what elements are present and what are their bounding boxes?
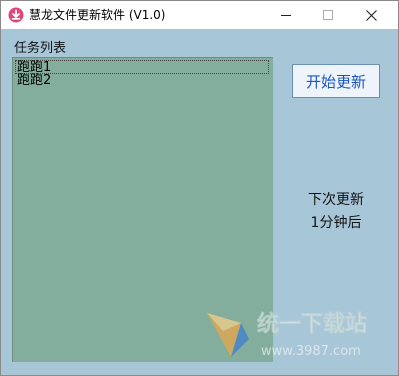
maximize-button[interactable] — [305, 1, 350, 29]
next-update-time: 1分钟后 — [310, 215, 362, 231]
maximize-icon — [322, 10, 333, 20]
close-button[interactable] — [349, 1, 394, 29]
window-title: 慧龙文件更新软件 (V1.0) — [29, 8, 166, 22]
minimize-button[interactable] — [263, 1, 308, 29]
next-update-status: 下次更新 1分钟后 — [291, 189, 381, 235]
app-window: 慧龙文件更新软件 (V1.0) 任务列表 跑跑1 跑跑2 开始更新 下次更新 1… — [0, 0, 399, 376]
close-icon — [366, 9, 377, 21]
watermark-url: www.3987.com — [261, 344, 361, 359]
list-item[interactable]: 跑跑2 — [15, 74, 51, 88]
client-area: 任务列表 跑跑1 跑跑2 开始更新 下次更新 1分钟后 统一下载站 www.39… — [1, 29, 398, 375]
watermark-logo: 统一下载站 www.3987.com — [207, 311, 367, 359]
next-update-label: 下次更新 — [308, 192, 364, 208]
list-item[interactable]: 跑跑1 — [15, 60, 269, 75]
title-bar[interactable]: 慧龙文件更新软件 (V1.0) — [1, 1, 398, 29]
start-update-button[interactable]: 开始更新 — [292, 64, 380, 98]
task-list-label: 任务列表 — [14, 41, 67, 56]
watermark-brand: 统一下载站 — [257, 311, 367, 337]
app-download-icon — [8, 7, 24, 23]
minimize-icon — [280, 15, 291, 16]
